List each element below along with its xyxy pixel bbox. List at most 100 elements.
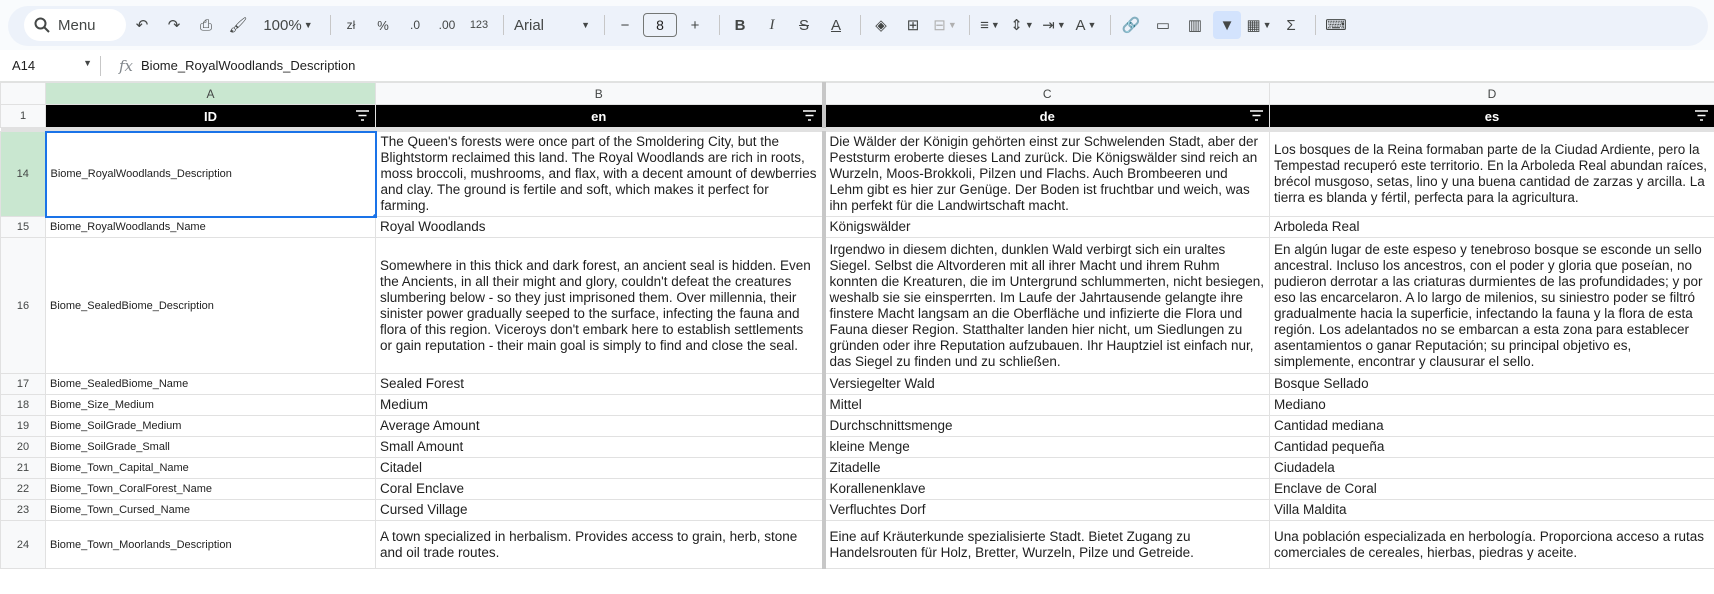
table-cell-en[interactable]: Cursed Village <box>375 499 826 521</box>
decrease-decimal-button[interactable]: .0 <box>401 11 429 39</box>
column-header-b[interactable]: B <box>375 82 826 105</box>
table-cell-en[interactable]: The Queen's forests were once part of th… <box>375 131 826 217</box>
table-cell-es[interactable]: Enclave de Coral <box>1269 478 1714 500</box>
header-cell-id[interactable]: ID <box>45 104 376 128</box>
table-cell-en[interactable]: A town specialized in herbalism. Provide… <box>375 520 826 569</box>
text-color-icon[interactable]: A <box>822 11 850 39</box>
strikethrough-icon[interactable]: S <box>790 11 818 39</box>
table-cell-de[interactable]: Verfluchtes Dorf <box>823 499 1270 521</box>
row-number[interactable]: 23 <box>0 499 46 521</box>
functions-icon[interactable]: Σ <box>1277 11 1305 39</box>
redo-icon[interactable]: ↷ <box>160 11 188 39</box>
table-cell-de[interactable]: kleine Menge <box>823 436 1270 458</box>
row-number[interactable]: 22 <box>0 478 46 500</box>
table-cell-es[interactable]: Villa Maldita <box>1269 499 1714 521</box>
table-cell-en[interactable]: Average Amount <box>375 415 826 437</box>
table-cell-es[interactable]: Ciudadela <box>1269 457 1714 479</box>
table-cell-de[interactable]: Versiegelter Wald <box>823 373 1270 395</box>
table-cell-id[interactable]: Biome_SealedBiome_Name <box>45 373 376 395</box>
table-cell-en[interactable]: Small Amount <box>375 436 826 458</box>
table-cell-id[interactable]: Biome_SealedBiome_Description <box>45 237 376 374</box>
column-header-d[interactable]: D <box>1269 82 1714 105</box>
name-box[interactable]: A14 ▼ <box>0 58 100 73</box>
table-cell-de[interactable]: Zitadelle <box>823 457 1270 479</box>
table-cell-de[interactable]: Durchschnittsmenge <box>823 415 1270 437</box>
table-cell-en[interactable]: Somewhere in this thick and dark forest,… <box>375 237 826 374</box>
table-cell-de[interactable]: Mittel <box>823 394 1270 416</box>
column-header-c[interactable]: C <box>823 82 1270 105</box>
header-cell-es[interactable]: es <box>1269 104 1714 128</box>
paint-format-icon[interactable]: 🖌 <box>224 11 252 39</box>
insert-link-icon[interactable]: 🔗 <box>1117 11 1145 39</box>
print-icon[interactable]: ⎙ <box>192 11 220 39</box>
row-number[interactable]: 17 <box>0 373 46 395</box>
header-cell-de[interactable]: de <box>823 104 1270 128</box>
increase-decimal-button[interactable]: .00 <box>433 11 461 39</box>
row-number[interactable]: 24 <box>0 520 46 569</box>
bold-button[interactable]: B <box>726 11 754 39</box>
table-cell-es[interactable]: En algún lugar de este espeso y tenebros… <box>1269 237 1714 374</box>
undo-icon[interactable]: ↶ <box>128 11 156 39</box>
table-cell-es[interactable]: Mediano <box>1269 394 1714 416</box>
table-cell-id[interactable]: Biome_RoyalWoodlands_Description <box>44 130 377 218</box>
table-cell-es[interactable]: Cantidad mediana <box>1269 415 1714 437</box>
table-cell-id[interactable]: Biome_SoilGrade_Small <box>45 436 376 458</box>
header-cell-en[interactable]: en <box>375 104 826 128</box>
merge-cells-icon[interactable]: ⊟ ▼ <box>931 11 959 39</box>
filter-icon[interactable] <box>356 110 369 122</box>
table-cell-en[interactable]: Coral Enclave <box>375 478 826 500</box>
keyboard-icon[interactable]: ⌨ <box>1322 11 1350 39</box>
text-rotation-icon[interactable]: A ▼ <box>1072 11 1100 39</box>
table-cell-es[interactable]: Una población especializada en herbologí… <box>1269 520 1714 569</box>
table-cell-en[interactable]: Sealed Forest <box>375 373 826 395</box>
more-formats-button[interactable]: 123 <box>465 11 493 39</box>
filter-icon[interactable] <box>802 110 816 122</box>
decrease-font-size-button[interactable]: − <box>611 11 639 39</box>
table-cell-en[interactable]: Citadel <box>375 457 826 479</box>
table-cell-de[interactable]: Eine auf Kräuterkunde spezialisierte Sta… <box>823 520 1270 569</box>
insert-comment-icon[interactable]: ▭ <box>1149 11 1177 39</box>
menu-search-button[interactable]: Menu <box>24 9 126 41</box>
zoom-select[interactable]: 100% ▼ <box>256 11 320 39</box>
increase-font-size-button[interactable]: + <box>681 11 709 39</box>
filter-icon[interactable] <box>1695 110 1708 122</box>
table-cell-de[interactable]: Irgendwo in diesem dichten, dunklen Wald… <box>823 237 1270 374</box>
table-cell-es[interactable]: Arboleda Real <box>1269 216 1714 238</box>
table-cell-es[interactable]: Cantidad pequeña <box>1269 436 1714 458</box>
vertical-align-icon[interactable]: ⇕ ▼ <box>1008 11 1036 39</box>
table-cell-de[interactable]: Königswälder <box>823 216 1270 238</box>
row-number[interactable]: 14 <box>0 131 46 217</box>
row-number[interactable]: 21 <box>0 457 46 479</box>
formula-input[interactable]: Biome_RoyalWoodlands_Description <box>141 58 355 73</box>
font-size-input[interactable]: 8 <box>643 13 677 37</box>
table-cell-id[interactable]: Biome_RoyalWoodlands_Name <box>45 216 376 238</box>
percent-format-button[interactable]: % <box>369 11 397 39</box>
font-family-select[interactable]: Arial ▼ <box>510 11 594 39</box>
filter-icon[interactable] <box>1250 110 1263 122</box>
table-cell-id[interactable]: Biome_SoilGrade_Medium <box>45 415 376 437</box>
horizontal-align-icon[interactable]: ≡ ▼ <box>976 11 1004 39</box>
table-cell-id[interactable]: Biome_Town_Capital_Name <box>45 457 376 479</box>
table-cell-en[interactable]: Medium <box>375 394 826 416</box>
row-number[interactable]: 20 <box>0 436 46 458</box>
borders-icon[interactable]: ⊞ <box>899 11 927 39</box>
select-all-corner[interactable] <box>0 82 46 105</box>
table-cell-id[interactable]: Biome_Size_Medium <box>45 394 376 416</box>
fill-handle[interactable] <box>371 212 374 215</box>
insert-chart-icon[interactable]: ▥ <box>1181 11 1209 39</box>
table-cell-id[interactable]: Biome_Town_Moorlands_Description <box>45 520 376 569</box>
row-number[interactable]: 18 <box>0 394 46 416</box>
row-number[interactable]: 19 <box>0 415 46 437</box>
column-header-a[interactable]: A <box>45 82 376 105</box>
currency-format-button[interactable]: zł <box>337 11 365 39</box>
row-number[interactable]: 16 <box>0 237 46 374</box>
italic-button[interactable]: I <box>758 11 786 39</box>
filter-icon[interactable]: ▼ <box>1213 11 1241 39</box>
table-cell-es[interactable]: Bosque Sellado <box>1269 373 1714 395</box>
table-cell-en[interactable]: Royal Woodlands <box>375 216 826 238</box>
table-cell-de[interactable]: Die Wälder der Königin gehörten einst zu… <box>823 131 1270 217</box>
row-number[interactable]: 15 <box>0 216 46 238</box>
filter-views-icon[interactable]: ▦ ▼ <box>1245 11 1273 39</box>
table-cell-id[interactable]: Biome_Town_CoralForest_Name <box>45 478 376 500</box>
row-number[interactable]: 1 <box>0 104 46 128</box>
